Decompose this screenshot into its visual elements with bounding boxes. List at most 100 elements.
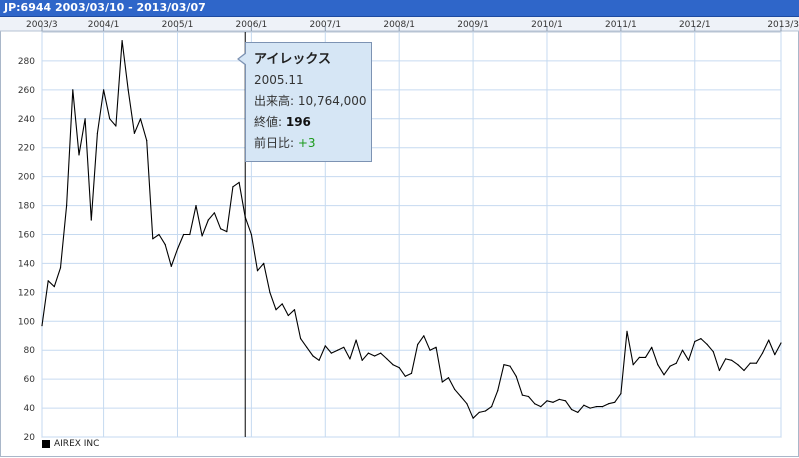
data-point [133, 132, 135, 134]
data-point [509, 365, 511, 367]
data-point [540, 406, 542, 408]
data-point [681, 349, 684, 351]
data-point [392, 364, 394, 366]
data-point [263, 262, 265, 264]
data-point [386, 358, 388, 360]
y-tick-label: 40 [24, 404, 36, 414]
data-point [127, 89, 129, 91]
data-point [72, 89, 74, 91]
y-tick-label: 140 [18, 259, 35, 269]
data-point [84, 118, 86, 120]
x-tick-label: 2006/1 [236, 20, 268, 30]
y-tick-label: 280 [18, 57, 35, 67]
data-point [558, 398, 560, 400]
x-tick-label: 2005/1 [162, 20, 194, 30]
data-point [657, 364, 659, 366]
data-point [497, 390, 499, 392]
data-point [749, 362, 751, 364]
y-tick-label: 180 [18, 202, 35, 212]
data-point [712, 351, 714, 353]
x-tick-label: 2007/1 [309, 20, 341, 30]
data-point [589, 407, 591, 409]
data-point [312, 355, 314, 357]
data-point [220, 228, 222, 230]
data-point [232, 186, 234, 188]
chart-legend: AIREX INC [42, 439, 99, 449]
data-point [521, 394, 524, 396]
data-point [571, 408, 573, 411]
data-point [96, 132, 98, 134]
data-point [275, 309, 277, 311]
data-point [398, 367, 400, 369]
legend-label: AIREX INC [54, 439, 100, 449]
y-tick-label: 60 [24, 375, 36, 385]
data-point [583, 404, 585, 406]
data-point [238, 181, 240, 183]
data-point [534, 403, 536, 405]
data-point [718, 369, 721, 372]
data-point [632, 364, 634, 366]
data-point [669, 365, 671, 367]
y-tick-label: 260 [18, 86, 35, 96]
data-point [152, 238, 154, 240]
data-point [768, 339, 770, 341]
data-point [423, 335, 425, 337]
tooltip-change-label: 前日比: [254, 136, 298, 150]
data-point [478, 411, 480, 413]
data-point [706, 343, 708, 345]
data-point [761, 352, 764, 354]
data-point [281, 303, 283, 305]
data-point [170, 265, 172, 267]
x-tick-label: 2004/1 [88, 20, 120, 30]
data-point [324, 345, 326, 347]
data-point [774, 354, 776, 356]
price-chart[interactable]: 2003/3 2004/1 2005/1 2006/1 2007/1 2008/1 2009… [0, 17, 799, 458]
data-point [47, 280, 49, 282]
data-point [663, 374, 665, 376]
tooltip-change-value: +3 [297, 136, 316, 150]
data-point [207, 219, 209, 221]
data-point [361, 359, 363, 361]
data-point [337, 349, 339, 351]
data-point [460, 395, 462, 398]
data-point [601, 406, 604, 408]
data-point [515, 375, 517, 377]
x-tick-label: 2011/1 [605, 20, 637, 30]
data-point [755, 362, 758, 364]
data-point [614, 401, 616, 403]
data-point [213, 212, 215, 214]
data-point [287, 314, 289, 317]
data-point [367, 352, 369, 354]
data-point [731, 359, 733, 361]
data-point [355, 339, 357, 341]
data-point [466, 403, 468, 405]
data-point [250, 233, 252, 236]
y-tick-label: 220 [18, 144, 35, 154]
data-point [743, 369, 745, 372]
data-point [620, 393, 622, 395]
chart-title: JP:6944 2003/03/10 - 2013/03/07 [4, 1, 206, 14]
tooltip-volume: 出来高: 10,764,000 [254, 94, 367, 108]
data-point [343, 346, 345, 348]
data-point [472, 417, 474, 419]
y-tick-label: 20 [24, 433, 36, 443]
data-point [349, 358, 351, 360]
data-point [53, 286, 55, 288]
x-tick-label: 2012/1 [679, 20, 711, 30]
data-point [103, 89, 105, 91]
x-tick-label: 2010/1 [531, 20, 563, 30]
data-point [121, 40, 123, 42]
y-tick-label: 240 [18, 115, 35, 125]
data-point [380, 352, 382, 354]
data-point [564, 400, 567, 402]
grid-layer [0, 17, 799, 438]
tooltip-close: 終値: 196 [254, 112, 371, 133]
data-point [435, 346, 437, 348]
data-point [183, 233, 185, 236]
data-point [675, 362, 677, 364]
data-point [694, 340, 696, 343]
data-point [417, 343, 419, 345]
data-point [644, 356, 647, 358]
data-point [441, 381, 443, 383]
y-tick-label: 80 [24, 346, 36, 356]
